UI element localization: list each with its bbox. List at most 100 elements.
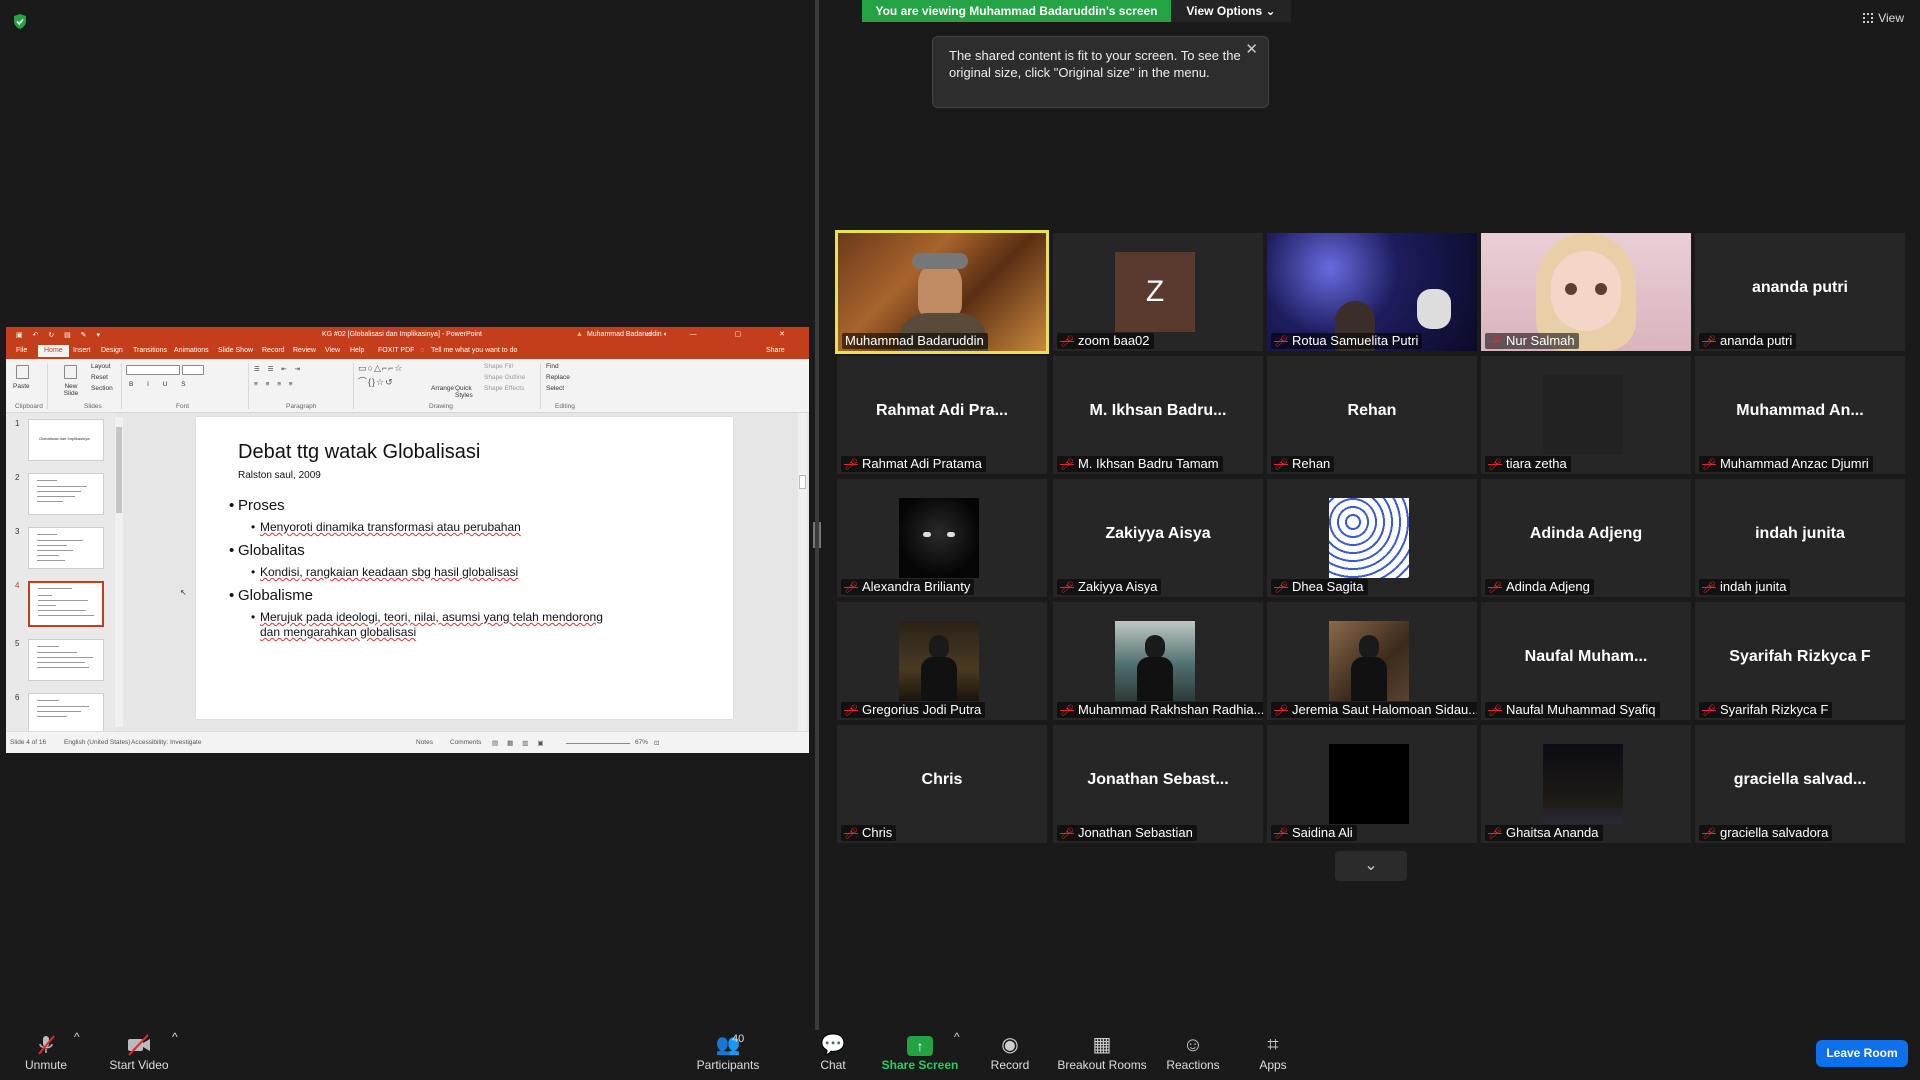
ppt-share-button[interactable]: Share bbox=[766, 347, 785, 354]
start-video-button[interactable]: Start Video bbox=[104, 1030, 174, 1080]
tab-design[interactable]: Design bbox=[101, 347, 123, 354]
tab-animations[interactable]: Animations bbox=[174, 347, 209, 354]
font-name-dropdown[interactable] bbox=[126, 365, 180, 375]
zoom-level[interactable]: 67% bbox=[635, 739, 648, 746]
tell-me-search[interactable]: Tell me what you want to do bbox=[431, 347, 517, 354]
slide-thumb-1[interactable]: Globalisasi dan Implikasinya bbox=[28, 419, 104, 461]
chat-button[interactable]: 💬 Chat bbox=[808, 1030, 858, 1080]
video-tile[interactable]: M. Ikhsan Badru... 🎤︎ M. Ikhsan Badru Tama… bbox=[1053, 356, 1263, 474]
apps-button[interactable]: ⌗ Apps bbox=[1246, 1030, 1300, 1080]
bullet-globalitas[interactable]: Globalitas bbox=[229, 542, 305, 559]
record-button[interactable]: ◉ Record bbox=[980, 1030, 1040, 1080]
new-slide-button[interactable]: New Slide bbox=[58, 383, 84, 397]
thumbnail-scrollbar[interactable] bbox=[115, 417, 123, 727]
arrange-button[interactable]: Arrange bbox=[431, 385, 454, 392]
slide-thumb-2[interactable] bbox=[28, 473, 104, 515]
sub-bullet[interactable]: Merujuk pada ideologi, teori, nilai, asu… bbox=[251, 610, 603, 624]
view-options-button[interactable]: View Options ⌄ bbox=[1171, 0, 1291, 22]
quick-styles-button[interactable]: Quick Styles bbox=[455, 385, 481, 399]
sub-bullet[interactable]: Menyoroti dinamika transformasi atau per… bbox=[251, 520, 521, 534]
zoom-slider[interactable] bbox=[566, 743, 630, 744]
slide-thumb-5[interactable] bbox=[28, 639, 104, 681]
video-tile[interactable]: indah junita 🎤︎ indah junita bbox=[1695, 479, 1905, 597]
video-tile[interactable]: Chris 🎤︎ Chris bbox=[837, 725, 1047, 843]
font-format-buttons[interactable]: B I U S bbox=[129, 381, 192, 388]
slide-canvas[interactable]: Debat ttg watak Globalisasi Ralston saul… bbox=[196, 417, 733, 719]
tab-view[interactable]: View bbox=[325, 347, 340, 354]
slide-thumb-6[interactable] bbox=[28, 693, 104, 731]
section-button[interactable]: Section bbox=[91, 385, 113, 392]
notes-button[interactable]: Notes bbox=[416, 739, 433, 746]
paste-icon[interactable] bbox=[16, 365, 29, 379]
shape-fill-button[interactable]: Shape Fill bbox=[484, 363, 513, 370]
find-button[interactable]: Find bbox=[546, 363, 559, 370]
video-tile[interactable]: Muhammad An... 🎤︎ Muhammad Anzac Djumri bbox=[1695, 356, 1905, 474]
security-shield-icon[interactable] bbox=[12, 13, 28, 30]
quick-access-toolbar[interactable]: ▣ ↶ ↻ ▤ ✎ ▾ bbox=[16, 331, 104, 339]
list-buttons[interactable]: ☰ ☰ ⇤ ⇥ bbox=[254, 365, 303, 373]
divider-grip[interactable] bbox=[813, 522, 821, 548]
video-options-caret[interactable]: ^ bbox=[172, 1030, 178, 1080]
video-tile[interactable]: Muhammad Badaruddin bbox=[835, 230, 1049, 354]
shape-outline-button[interactable]: Shape Outline bbox=[484, 374, 525, 381]
video-tile[interactable]: Rehan 🎤︎ Rehan bbox=[1267, 356, 1477, 474]
tab-home[interactable]: Home bbox=[38, 345, 69, 357]
new-slide-icon[interactable] bbox=[64, 365, 77, 379]
unmute-button[interactable]: Unmute bbox=[14, 1030, 78, 1080]
share-options-caret[interactable]: ^ bbox=[954, 1030, 960, 1080]
video-tile[interactable]: Syarifah Rizkyca F 🎤︎ Syarifah Rizkyca F bbox=[1695, 602, 1905, 720]
video-tile[interactable]: 🎤︎ Saidina Ali bbox=[1267, 725, 1477, 843]
video-tile[interactable]: graciella salvad... 🎤︎ graciella salvadora bbox=[1695, 725, 1905, 843]
tab-insert[interactable]: Insert bbox=[73, 347, 91, 354]
video-tile[interactable]: 🎤︎ Rotua Samuelita Putri bbox=[1267, 233, 1477, 351]
video-tile[interactable]: 🎤︎ Nur Salmah bbox=[1481, 233, 1691, 351]
breakout-rooms-button[interactable]: ▦ Breakout Rooms bbox=[1054, 1030, 1150, 1080]
tab-review[interactable]: Review bbox=[293, 347, 316, 354]
video-tile[interactable]: Rahmat Adi Pra... 🎤︎ Rahmat Adi Pratama bbox=[837, 356, 1047, 474]
video-tile[interactable]: 🎤︎ Alexandra Brilianty bbox=[837, 479, 1047, 597]
language-status[interactable]: English (United States) bbox=[64, 739, 130, 746]
replace-button[interactable]: Replace bbox=[546, 374, 570, 381]
bullet-proses[interactable]: Proses bbox=[229, 497, 285, 514]
gallery-next-page-button[interactable]: ⌄ bbox=[1335, 851, 1407, 881]
video-tile[interactable]: ananda putri 🎤︎ ananda putri bbox=[1695, 233, 1905, 351]
accessibility-status[interactable]: Accessibility: Investigate bbox=[131, 739, 201, 746]
font-size-dropdown[interactable] bbox=[182, 365, 204, 375]
slide-thumb-4-selected[interactable] bbox=[28, 581, 104, 627]
reactions-button[interactable]: ☺ Reactions bbox=[1160, 1030, 1226, 1080]
fit-slide-icon[interactable]: ⊡ bbox=[654, 739, 659, 747]
align-buttons[interactable]: ≡ ≡ ≡ ≡ bbox=[254, 381, 296, 388]
reset-button[interactable]: Reset bbox=[91, 374, 108, 381]
scroll-thumb[interactable] bbox=[799, 475, 806, 489]
layout-button[interactable]: Layout bbox=[91, 363, 111, 370]
video-tile[interactable]: Naufal Muham... 🎤︎ Naufal Muhammad Syafiq bbox=[1481, 602, 1691, 720]
video-tile[interactable]: 🎤︎ Ghaitsa Ananda bbox=[1481, 725, 1691, 843]
slide-title[interactable]: Debat ttg watak Globalisasi bbox=[238, 441, 480, 464]
video-tile[interactable]: 🎤︎ Gregorius Jodi Putra bbox=[837, 602, 1047, 720]
select-button[interactable]: Select bbox=[546, 385, 564, 392]
leave-room-button[interactable]: Leave Room bbox=[1816, 1040, 1908, 1067]
tab-file[interactable]: File bbox=[16, 347, 27, 354]
video-tile[interactable]: 🎤︎ Dhea Sagita bbox=[1267, 479, 1477, 597]
participants-button[interactable]: 👥 40 Participants bbox=[690, 1030, 766, 1080]
video-tile[interactable]: Adinda Adjeng 🎤︎ Adinda Adjeng bbox=[1481, 479, 1691, 597]
tab-help[interactable]: Help bbox=[350, 347, 364, 354]
view-mode-buttons[interactable]: ▤▦▥▣ bbox=[492, 739, 553, 747]
scroll-thumb[interactable] bbox=[116, 427, 122, 513]
paste-button[interactable]: Paste bbox=[13, 383, 30, 390]
close-icon[interactable]: ✕ bbox=[1245, 41, 1258, 58]
video-tile[interactable]: Z 🎤︎ zoom baa02 bbox=[1053, 233, 1263, 351]
tab-foxit-pdf[interactable]: FOXIT PDF bbox=[378, 347, 414, 354]
video-tile[interactable]: Zakiyya Aisya 🎤︎ Zakiyya Aisya bbox=[1053, 479, 1263, 597]
bullet-globalisme[interactable]: Globalisme bbox=[229, 587, 313, 604]
slide-thumb-3[interactable] bbox=[28, 527, 104, 569]
gallery-view-button[interactable]: View bbox=[1863, 11, 1904, 25]
video-tile[interactable]: Jonathan Sebast... 🎤︎ Jonathan Sebastian bbox=[1053, 725, 1263, 843]
audio-options-caret[interactable]: ^ bbox=[74, 1030, 80, 1080]
sub-bullet-continued[interactable]: dan mengarahkan globalisasi bbox=[260, 625, 416, 639]
sub-bullet[interactable]: Kondisi, rangkaian keadaan sbg hasil glo… bbox=[251, 565, 518, 579]
slide-subtitle[interactable]: Ralston saul, 2009 bbox=[238, 470, 321, 481]
split-divider[interactable] bbox=[813, 0, 821, 1030]
shape-effects-button[interactable]: Shape Effects bbox=[484, 385, 524, 392]
share-screen-button[interactable]: ↑ Share Screen bbox=[880, 1030, 960, 1080]
